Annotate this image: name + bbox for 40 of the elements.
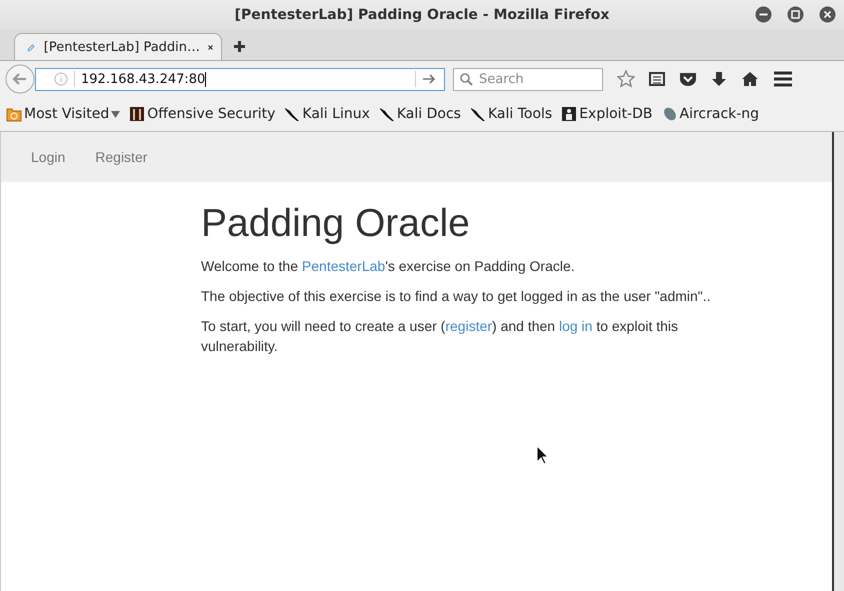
bookmark[interactable]: Kali Linux [284,106,370,122]
text-link[interactable]: register [445,318,492,334]
search-field[interactable]: Search [453,68,603,90]
browser-tab[interactable]: [PentesterLab] Paddin… [14,33,222,60]
new-tab-icon[interactable] [234,41,245,52]
dropdown-caret-icon [111,110,120,118]
close-icon[interactable] [208,42,213,52]
mouse-cursor-icon [536,445,549,465]
bookmark[interactable]: Offensive Security [129,106,276,122]
page-heading: Padding Oracle [201,202,471,246]
bookmark-icon [129,106,146,122]
bookmark[interactable]: Aircrack-ng [662,106,760,122]
bookmark[interactable]: Kali Tools [470,106,552,122]
info-icon [54,72,68,86]
download-icon[interactable] [711,71,727,87]
pocket-icon[interactable] [679,71,697,87]
paragraph: To start, you will need to create a user (register) and then log in to exploit this vulnerability. [201,317,680,356]
window-title: [PentesterLab] Padding Oracle - Mozilla Firefox [234,7,610,23]
home-icon[interactable] [741,71,759,87]
nav-link[interactable]: Login [31,149,66,165]
minimize-icon[interactable] [755,6,772,23]
paragraph: The objective of this exercise is to find a way to get logged in as the user "admin".. [201,287,712,306]
paragraph: Welcome to the PentesterLab's exercise on Padding Oracle. [201,257,576,276]
folder-icon [6,106,22,122]
go-arrow-icon[interactable] [422,73,436,85]
bookmark[interactable]: Most Visited [6,106,120,122]
back-icon[interactable] [5,64,35,94]
address-field[interactable]: 192.168.43.247:80 [35,68,445,90]
menu-icon[interactable] [773,71,793,87]
nav-link[interactable]: Register [95,149,148,165]
search-icon [460,72,473,86]
bookmark-icon [561,106,578,122]
close-icon[interactable] [819,6,836,23]
text-link[interactable]: log in [558,318,592,334]
bookmark[interactable]: Exploit-DB [561,106,652,122]
bookmark[interactable]: Kali Docs [378,106,461,122]
star-icon[interactable] [617,70,635,88]
maximize-icon[interactable] [787,6,804,23]
text-link[interactable]: PentesterLab [302,258,386,274]
reading-list-icon[interactable] [649,71,665,87]
